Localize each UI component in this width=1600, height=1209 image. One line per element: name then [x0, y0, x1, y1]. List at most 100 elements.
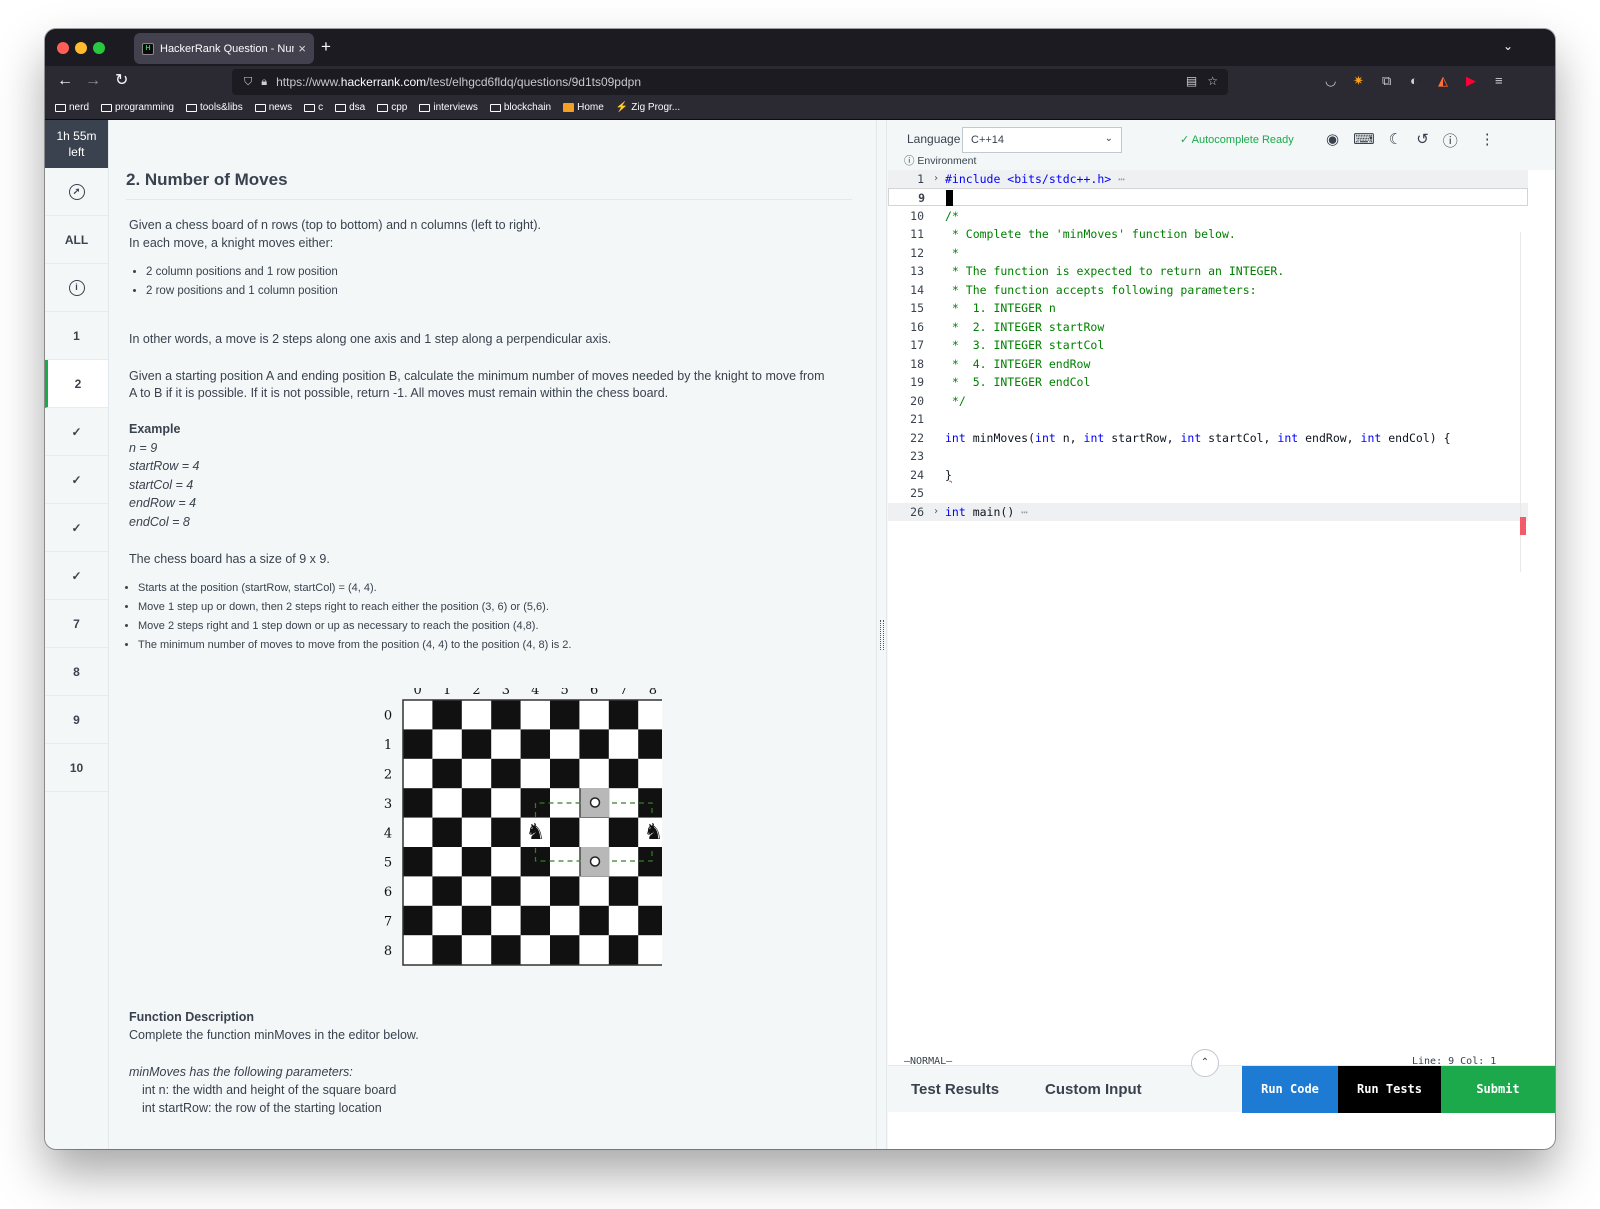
bookmark-folder[interactable]: news [254, 102, 292, 113]
line-number: 22 [910, 431, 924, 445]
extension-arrow-icon[interactable]: ◭ [1438, 73, 1448, 89]
nav-question-9[interactable]: 9 [45, 696, 108, 744]
code-line: 1 › #include <bits/stdc++.h> ⋯ [888, 170, 1528, 188]
nav-question-2[interactable]: 2 [45, 360, 108, 408]
keyboard-icon[interactable]: ⌨ [1353, 130, 1375, 151]
forward-arrow-icon[interactable]: → [85, 71, 101, 91]
extension-fox-icon[interactable]: ✷ [1353, 73, 1364, 89]
url-domain: hackerrank.com [340, 75, 427, 89]
history-icon[interactable]: ↺ [1416, 130, 1429, 151]
example-value: startCol = 4 [129, 478, 194, 492]
help-icon[interactable]: ⓘ [1443, 130, 1458, 151]
board-square [403, 700, 433, 730]
run-code-button[interactable]: Run Code [1242, 1066, 1338, 1113]
code-area[interactable]: 1 › #include <bits/stdc++.h> ⋯ 9 10/* 11… [888, 170, 1528, 1050]
more-options-icon[interactable]: ⋮ [1480, 130, 1495, 151]
nav-question-7[interactable]: 7 [45, 600, 108, 648]
eye-icon[interactable]: ◉ [1326, 130, 1339, 151]
extension-disc-icon[interactable]: ◐ [1410, 73, 1418, 88]
nav-compass[interactable]: ➚ [45, 168, 108, 216]
bookmark-folder[interactable]: blockchain [489, 102, 552, 113]
lock-icon[interactable]: 🔒︎ [261, 76, 267, 89]
board-square [491, 817, 521, 848]
browser-tab[interactable]: H HackerRank Question - Number × [134, 33, 314, 64]
code-text: #include <bits/stdc++.h> ⋯ [945, 172, 1126, 186]
splitter-grip-icon[interactable] [880, 620, 884, 650]
app-menu-icon[interactable]: ≡ [1495, 73, 1503, 88]
line-number: 21 [910, 412, 924, 426]
board-square [608, 935, 639, 965]
shield-icon[interactable]: ⛉ [244, 76, 252, 89]
nav-question-4[interactable]: ✓ [45, 456, 108, 504]
collapse-panel-chevron-icon[interactable]: ⌃ [1191, 1049, 1219, 1077]
url-bar[interactable]: ⛉ 🔒︎ https://www. hackerrank.com/test/elh… [232, 69, 1228, 95]
close-window-button[interactable] [57, 42, 69, 54]
bookmark-home[interactable]: Home [563, 102, 604, 113]
folder-icon [185, 103, 197, 112]
code-token: n, [1055, 431, 1084, 445]
nav-all[interactable]: ALL [45, 216, 108, 264]
bookmark-folder[interactable]: cpp [377, 102, 407, 113]
nav-question-10[interactable]: 10 [45, 744, 108, 792]
closing-brace: } [945, 468, 952, 482]
environment-link[interactable]: ⓘ Environment [904, 153, 976, 168]
line-number: 25 [910, 486, 924, 500]
pocket-icon[interactable]: ◡ [1325, 73, 1336, 89]
bookmark-folder[interactable]: programming [101, 102, 174, 113]
run-tests-button[interactable]: Run Tests [1338, 1066, 1441, 1113]
list-tabs-chevron-icon[interactable]: ⌄ [1503, 39, 1513, 53]
extension-play-icon[interactable]: ▶ [1466, 73, 1476, 89]
autocomplete-status[interactable]: ✓ Autocomplete Ready [1180, 133, 1294, 146]
checkmark-icon: ✓ [71, 568, 82, 583]
nav-question-6[interactable]: ✓ [45, 552, 108, 600]
tab-close-icon[interactable]: × [298, 41, 306, 56]
fold-chevron-icon[interactable]: › [933, 503, 939, 521]
board-square [638, 700, 662, 730]
fold-chevron-icon[interactable]: › [933, 170, 939, 188]
tab-custom-input[interactable]: Custom Input [1045, 1081, 1142, 1098]
new-tab-button[interactable]: + [321, 37, 331, 57]
submit-button[interactable]: Submit [1441, 1066, 1555, 1113]
nav-question-1[interactable]: 1 [45, 312, 108, 360]
line-number: 17 [910, 338, 924, 352]
pane-splitter[interactable] [876, 120, 887, 1149]
extensions-puzzle-icon[interactable]: ⧉ [1382, 73, 1391, 89]
keyword-int: int [1083, 431, 1105, 445]
board-square [520, 905, 551, 936]
bookmark-folder[interactable]: interviews [419, 102, 478, 113]
bookmark-folder[interactable]: dsa [335, 102, 365, 113]
code-token: endCol) { [1381, 431, 1451, 445]
nav-info[interactable]: i [45, 264, 108, 312]
reload-icon[interactable]: ↻ [115, 71, 128, 91]
back-arrow-icon[interactable]: ← [57, 71, 73, 91]
board-square [432, 876, 463, 907]
minimize-window-button[interactable] [75, 42, 87, 54]
board-square [403, 758, 433, 789]
time-left: 1h 55m left [45, 120, 108, 168]
intermediate-position-marker [589, 856, 601, 867]
language-select[interactable]: C++14 ⌄ [962, 127, 1122, 153]
nav-question-8[interactable]: 8 [45, 648, 108, 696]
tab-test-results[interactable]: Test Results [911, 1081, 999, 1098]
zoom-window-button[interactable] [93, 42, 105, 54]
bookmark-folder[interactable]: tools&libs [185, 102, 243, 113]
nav-question-3[interactable]: ✓ [45, 408, 108, 456]
task-line-1: Given a starting position A and ending p… [129, 369, 825, 383]
bookmark-star-icon[interactable]: ☆ [1207, 74, 1218, 88]
bookmark-folder[interactable]: c [304, 102, 323, 113]
moon-icon[interactable]: ☾ [1389, 130, 1402, 151]
knight-end-icon: ♞ [644, 820, 662, 845]
line-number: 10 [910, 209, 924, 223]
bookmark-folder[interactable]: nerd [55, 102, 89, 113]
board-square [638, 729, 662, 760]
nav-question-5[interactable]: ✓ [45, 504, 108, 552]
bookmark-zig[interactable]: ⚡ Zig Progr... [616, 102, 680, 113]
board-square [550, 758, 580, 789]
lightning-icon: ⚡ [615, 102, 629, 113]
reader-view-icon[interactable]: ▤ [1186, 74, 1197, 88]
main-signature: int main() [945, 505, 1014, 519]
bookmark-label: blockchain [503, 102, 552, 113]
line-number: 14 [910, 283, 924, 297]
example-value: startRow = 4 [129, 459, 200, 473]
line-number: 19 [910, 375, 924, 389]
